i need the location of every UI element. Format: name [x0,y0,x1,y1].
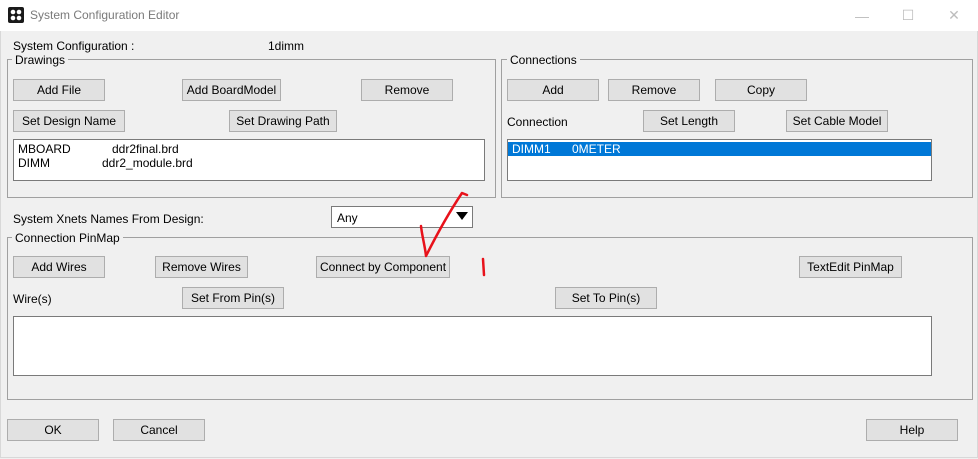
annotation-overlay [419,191,486,277]
red-checkmark-annotation [419,191,469,258]
red-tick-annotation [481,257,486,277]
